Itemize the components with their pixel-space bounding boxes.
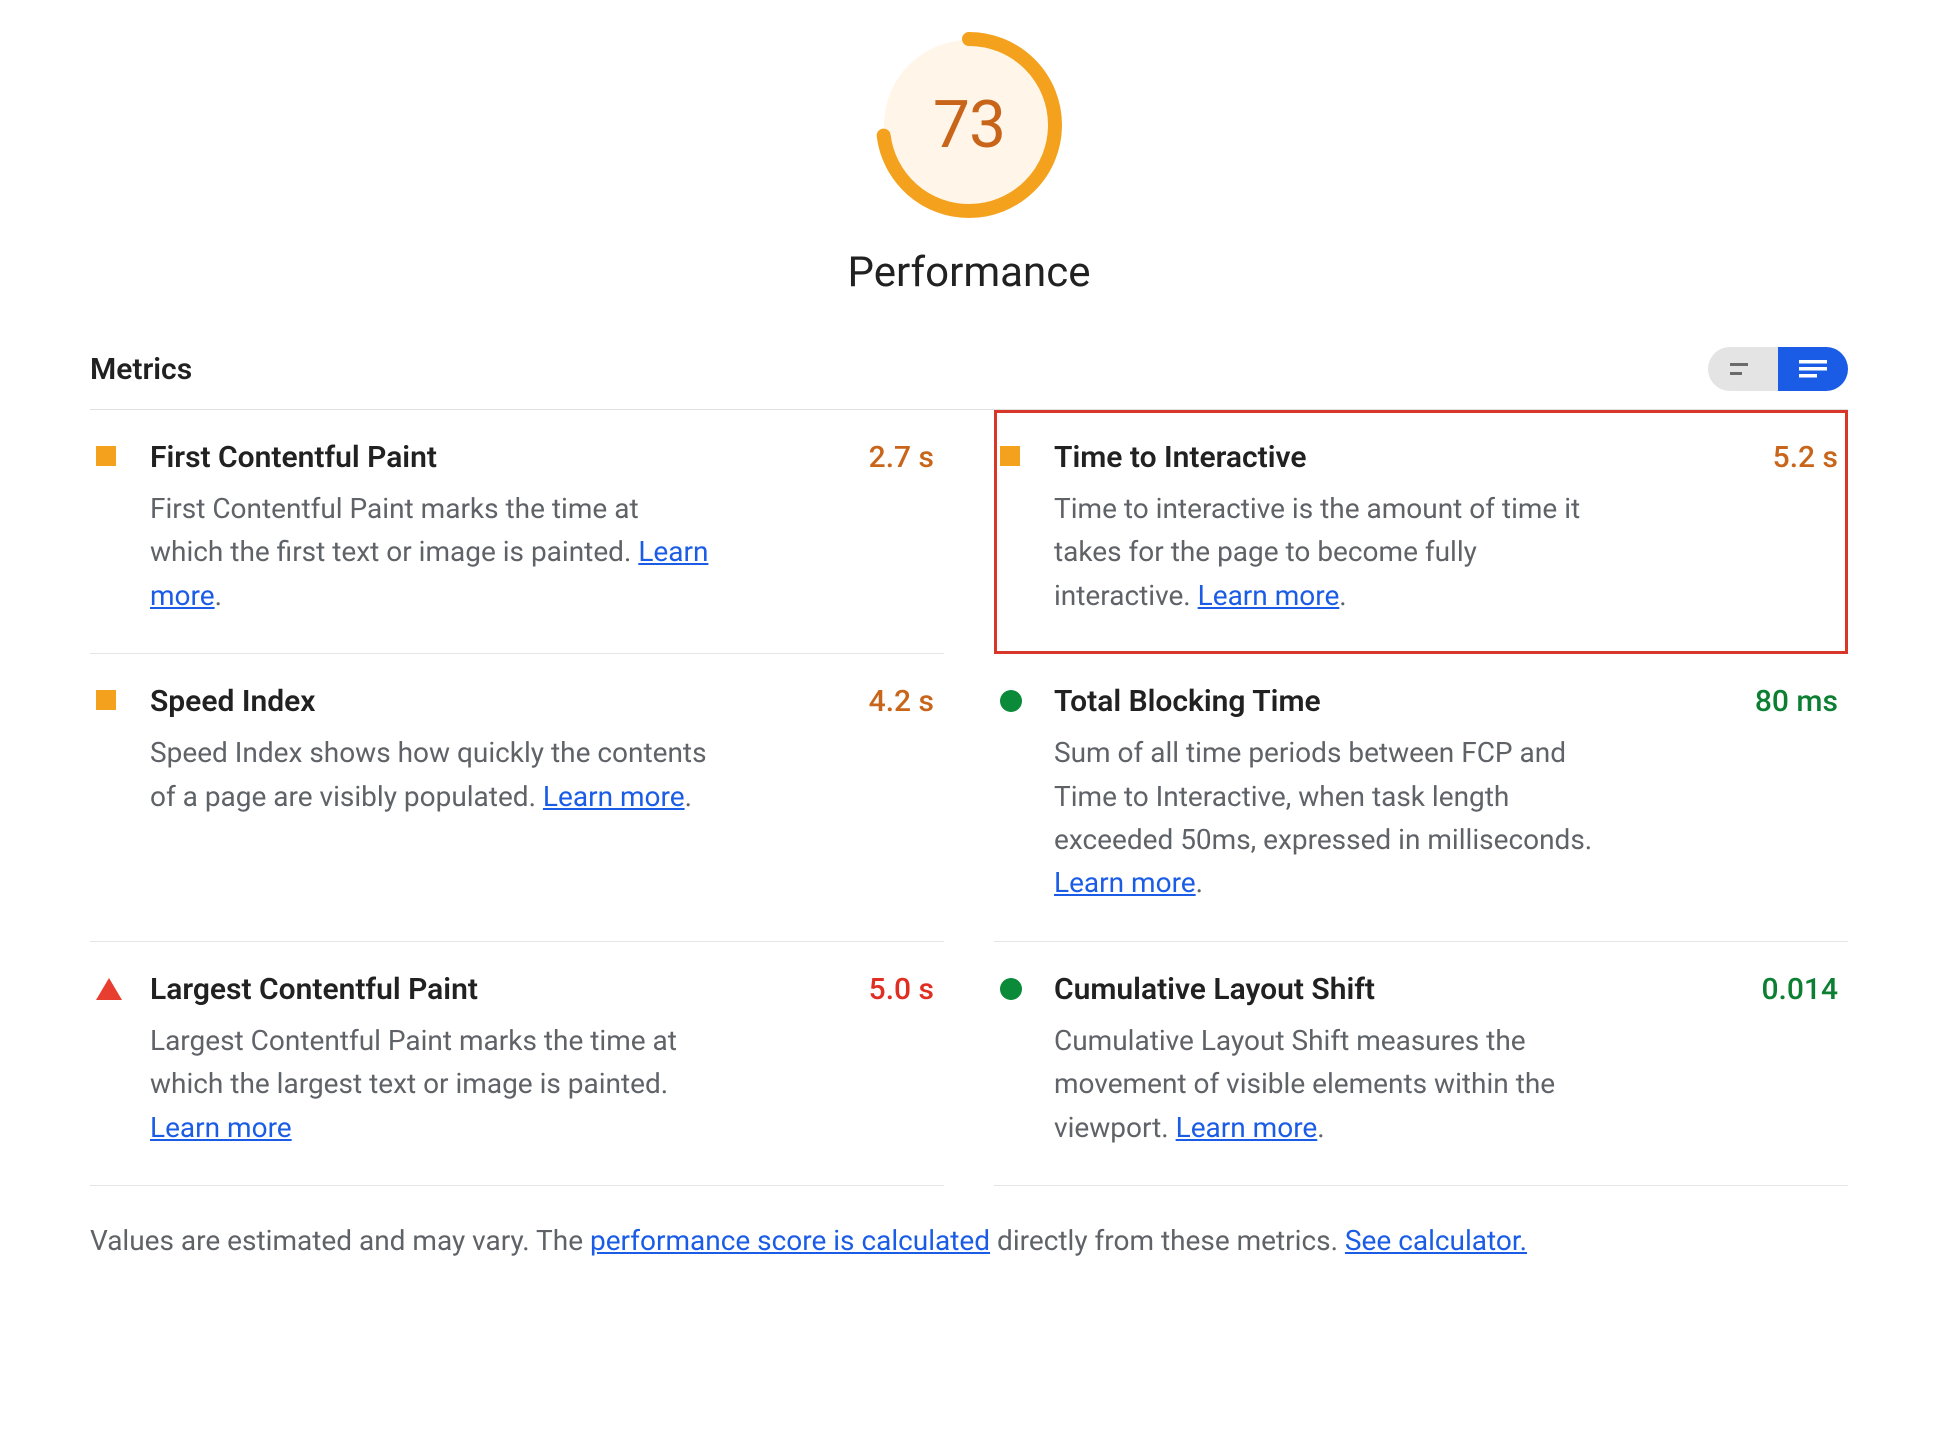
metric-description: Sum of all time periods between FCP and … — [1054, 731, 1614, 905]
metrics-grid: First Contentful Paint2.7 sFirst Content… — [90, 410, 1848, 1186]
metric-lcp: Largest Contentful Paint5.0 sLargest Con… — [90, 942, 944, 1186]
view-expanded-button[interactable] — [1778, 347, 1848, 391]
footnote-pre: Values are estimated and may vary. The — [90, 1224, 590, 1257]
metric-fcp: First Contentful Paint2.7 sFirst Content… — [90, 410, 944, 654]
footnote-see-calculator-link[interactable]: See calculator. — [1345, 1224, 1527, 1257]
learn-more-link[interactable]: Learn more — [1054, 866, 1196, 899]
learn-more-link[interactable]: Learn more — [1176, 1111, 1318, 1144]
metric-name: Speed Index — [150, 684, 315, 719]
metric-cls: Cumulative Layout Shift0.014Cumulative L… — [994, 942, 1848, 1186]
footnote: Values are estimated and may vary. The p… — [90, 1220, 1848, 1262]
learn-more-link[interactable]: Learn more — [1198, 579, 1340, 612]
learn-more-link[interactable]: Learn more — [543, 780, 685, 813]
metric-desc-post: . — [1196, 866, 1203, 899]
metric-description: First Contentful Paint marks the time at… — [150, 487, 710, 617]
metric-name: Time to Interactive — [1054, 440, 1307, 475]
metric-value: 2.7 s — [869, 440, 934, 475]
view-compact-button[interactable] — [1708, 347, 1778, 391]
metric-head: Time to Interactive 5.2 s — [1054, 440, 1838, 475]
expanded-lines-icon — [1799, 360, 1827, 378]
footnote-mid: directly from these metrics. — [997, 1224, 1345, 1257]
metric-description: Time to interactive is the amount of tim… — [1054, 487, 1614, 617]
metric-tti: Time to Interactive 5.2 s Time to interact… — [994, 410, 1848, 654]
metric-desc-text: First Contentful Paint marks the time at… — [150, 492, 639, 568]
metric-name: Largest Contentful Paint — [150, 972, 478, 1007]
gauge-score: 73 — [874, 30, 1064, 220]
metric-head: Cumulative Layout Shift 0.014 — [1054, 972, 1838, 1007]
metric-value: 5.2 s — [1773, 440, 1838, 475]
learn-more-link[interactable]: Learn more — [150, 1111, 292, 1144]
metrics-title: Metrics — [90, 352, 192, 387]
metric-head: First Contentful Paint 2.7 s — [150, 440, 934, 475]
metric-value: 0.014 — [1761, 972, 1838, 1007]
gauge-label: Performance — [848, 248, 1091, 297]
circle-status-icon — [1000, 690, 1022, 712]
metric-name: Cumulative Layout Shift — [1054, 972, 1375, 1007]
metrics-header: Metrics — [90, 347, 1848, 410]
metric-desc-post: . — [1317, 1111, 1324, 1144]
metric-name: First Contentful Paint — [150, 440, 437, 475]
metric-name: Total Blocking Time — [1054, 684, 1321, 719]
metric-desc-post: . — [215, 579, 222, 612]
metric-description: Largest Contentful Paint marks the time … — [150, 1019, 710, 1149]
metric-value: 4.2 s — [869, 684, 934, 719]
metric-head: Speed Index 4.2 s — [150, 684, 934, 719]
performance-gauge: 73 Performance — [90, 30, 1848, 297]
metric-si: Speed Index 4.2 s Speed Index shows how qu… — [90, 654, 944, 942]
metric-desc-post: . — [685, 780, 692, 813]
metric-desc-text: Largest Contentful Paint marks the time … — [150, 1024, 677, 1100]
metric-head: Total Blocking Time 80 ms — [1054, 684, 1838, 719]
metric-value: 80 ms — [1755, 684, 1838, 719]
square-status-icon — [96, 690, 116, 710]
circle-status-icon — [1000, 978, 1022, 1000]
view-toggle — [1708, 347, 1848, 391]
compact-lines-icon — [1730, 361, 1756, 377]
square-status-icon — [96, 446, 116, 466]
metric-description: Speed Index shows how quickly the conten… — [150, 731, 710, 818]
metric-value: 5.0 s — [869, 972, 934, 1007]
metric-description: Cumulative Layout Shift measures the mov… — [1054, 1019, 1614, 1149]
metric-tbt: Total Blocking Time 80 ms Sum of all time … — [994, 654, 1848, 942]
square-status-icon — [1000, 446, 1020, 466]
footnote-calc-link[interactable]: performance score is calculated — [590, 1224, 990, 1257]
metric-desc-text: Sum of all time periods between FCP and … — [1054, 736, 1592, 856]
metric-desc-post: . — [1339, 579, 1346, 612]
triangle-status-icon — [96, 978, 122, 1000]
metric-head: Largest Contentful Paint 5.0 s — [150, 972, 934, 1007]
gauge-ring: 73 — [874, 30, 1064, 220]
